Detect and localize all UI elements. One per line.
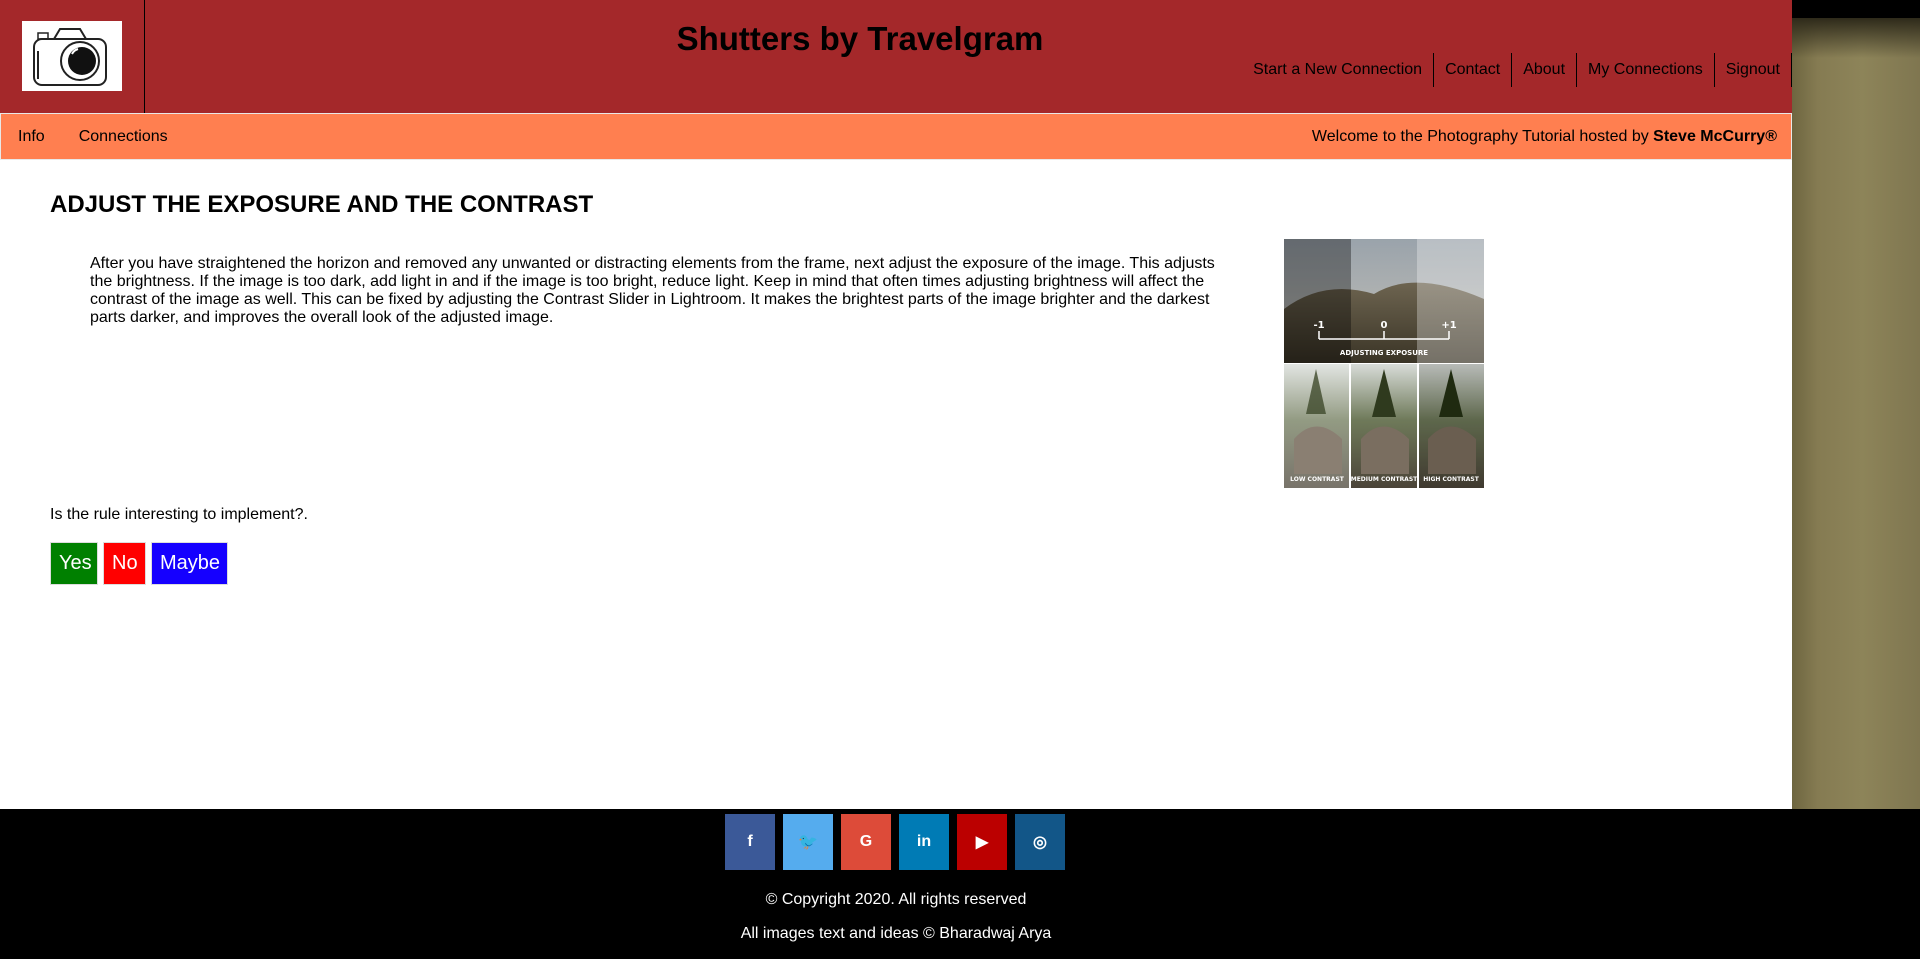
facebook-icon[interactable]: f [725, 814, 775, 870]
site-header: Shutters by Travelgram Start a New Conne… [0, 0, 1792, 113]
facebook-glyph: f [747, 833, 753, 850]
exposure-tick-plus: +1 [1441, 320, 1456, 331]
nav-signout[interactable]: Signout [1715, 53, 1792, 87]
sub-navbar: Info Connections Welcome to the Photogra… [0, 113, 1792, 160]
low-contrast-label: LOW CONTRAST [1290, 476, 1345, 483]
nav-start-new-connection[interactable]: Start a New Connection [1242, 53, 1435, 87]
maybe-button[interactable]: Maybe [151, 542, 228, 585]
exposure-caption: ADJUSTING EXPOSURE [1340, 349, 1428, 357]
site-title: Shutters by Travelgram [676, 20, 1044, 57]
top-nav: Start a New Connection Contact About My … [1242, 53, 1792, 87]
copyright-text: © Copyright 2020. All rights reserved [765, 891, 1027, 908]
welcome-prefix: Welcome to the Photography Tutorial host… [1311, 128, 1654, 145]
tab-info[interactable]: Info [1, 114, 62, 158]
sub-nav: Info Connections [1, 114, 185, 158]
exposure-contrast-image: -1 0 +1 ADJUSTING EXPOSURE LOW CONTRAST … [1284, 239, 1484, 488]
background-photo [1792, 0, 1920, 836]
exposure-tick-zero: 0 [1381, 320, 1388, 331]
nav-my-connections[interactable]: My Connections [1577, 53, 1715, 87]
exposure-tick-minus: -1 [1313, 320, 1324, 331]
twitter-icon[interactable]: 🐦 [783, 814, 833, 870]
high-contrast-label: HIGH CONTRAST [1423, 476, 1479, 483]
instagram-icon[interactable]: ◎ [1015, 814, 1065, 870]
yes-button[interactable]: Yes [50, 542, 98, 585]
credits-text: All images text and ideas © Bharadwaj Ar… [740, 925, 1052, 942]
site-footer: f 🐦 G in ▶ ◎ © Copyright 2020. All right… [0, 809, 1920, 959]
vote-buttons: Yes No Maybe [50, 542, 228, 585]
vote-question: Is the rule interesting to implement?. [50, 506, 308, 523]
instagram-glyph: ◎ [1033, 834, 1047, 851]
google-icon[interactable]: G [841, 814, 891, 870]
page-title: ADJUST THE EXPOSURE AND THE CONTRAST [50, 191, 594, 218]
nav-about[interactable]: About [1512, 53, 1578, 87]
tab-connections[interactable]: Connections [62, 114, 185, 158]
camera-icon[interactable] [22, 21, 122, 91]
host-name: Steve McCurry® [1653, 128, 1777, 145]
twitter-glyph: 🐦 [798, 834, 818, 851]
tutorial-text: After you have straightened the horizon … [90, 255, 1215, 326]
social-links: f 🐦 G in ▶ ◎ [725, 814, 1065, 870]
linkedin-icon[interactable]: in [899, 814, 949, 870]
logo-container [0, 0, 145, 113]
linkedin-glyph: in [916, 833, 932, 850]
welcome-message: Welcome to the Photography Tutorial host… [1312, 128, 1777, 146]
youtube-glyph: ▶ [975, 834, 989, 851]
google-glyph: G [859, 833, 873, 850]
page: Shutters by Travelgram Start a New Conne… [0, 0, 1792, 809]
medium-contrast-label: MEDIUM CONTRAST [1351, 476, 1418, 483]
youtube-icon[interactable]: ▶ [957, 814, 1007, 870]
nav-contact[interactable]: Contact [1434, 53, 1513, 87]
no-button[interactable]: No [103, 542, 146, 585]
